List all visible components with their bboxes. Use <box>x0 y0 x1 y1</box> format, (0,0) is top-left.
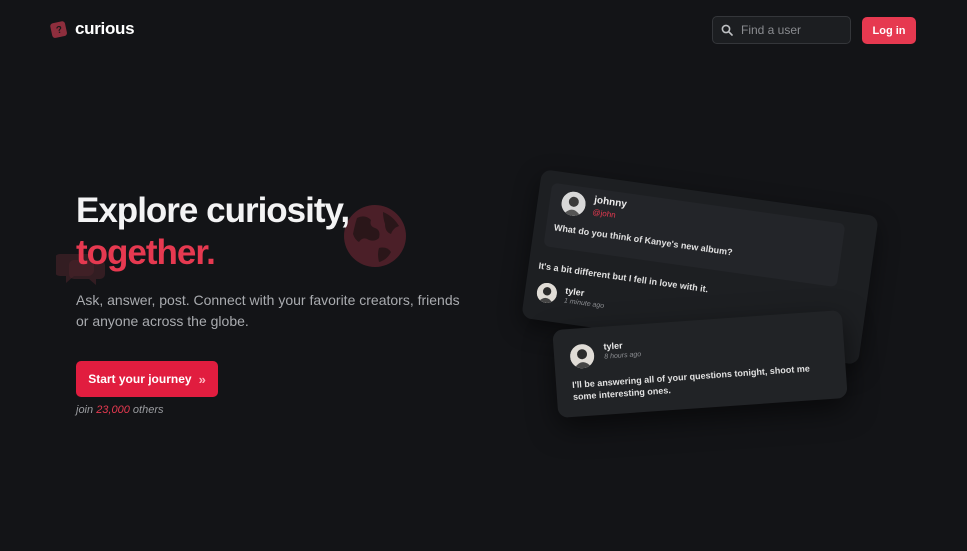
hero-title-accent: together. <box>76 233 216 272</box>
join-count-text: join 23,000 others <box>76 404 163 416</box>
hero-title-line1: Explore curiosity, <box>76 191 350 230</box>
globe-icon <box>344 205 406 267</box>
join-prefix: join <box>76 404 94 416</box>
answerer-name: tyler <box>564 285 585 299</box>
avatar-tyler <box>569 343 595 370</box>
search-input[interactable] <box>741 23 841 37</box>
search-icon <box>721 24 733 36</box>
hero-title: Explore curiosity, together. <box>76 190 350 274</box>
double-chevron-right-icon: » <box>198 371 206 387</box>
avatar-tyler-small <box>535 281 559 305</box>
join-count: 23,000 <box>96 404 130 416</box>
start-journey-label: Start your journey <box>88 372 192 386</box>
post-author-name: tyler <box>603 340 623 352</box>
start-journey-button[interactable]: Start your journey » <box>76 361 218 397</box>
answer-time: 1 minute ago <box>563 297 605 310</box>
logo[interactable]: ? curious <box>50 19 135 39</box>
logo-text: curious <box>75 19 135 38</box>
post-text: I'll be answering all of your questions … <box>571 363 811 402</box>
login-button[interactable]: Log in <box>862 17 916 44</box>
post-time: 8 hours ago <box>604 351 642 361</box>
post-preview-card: tyler 8 hours ago I'll be answering all … <box>552 309 848 419</box>
logo-icon: ? <box>50 21 67 38</box>
hero-subtitle: Ask, answer, post. Connect with your fav… <box>76 292 460 329</box>
join-suffix: others <box>132 404 164 416</box>
user-search[interactable] <box>712 16 851 44</box>
